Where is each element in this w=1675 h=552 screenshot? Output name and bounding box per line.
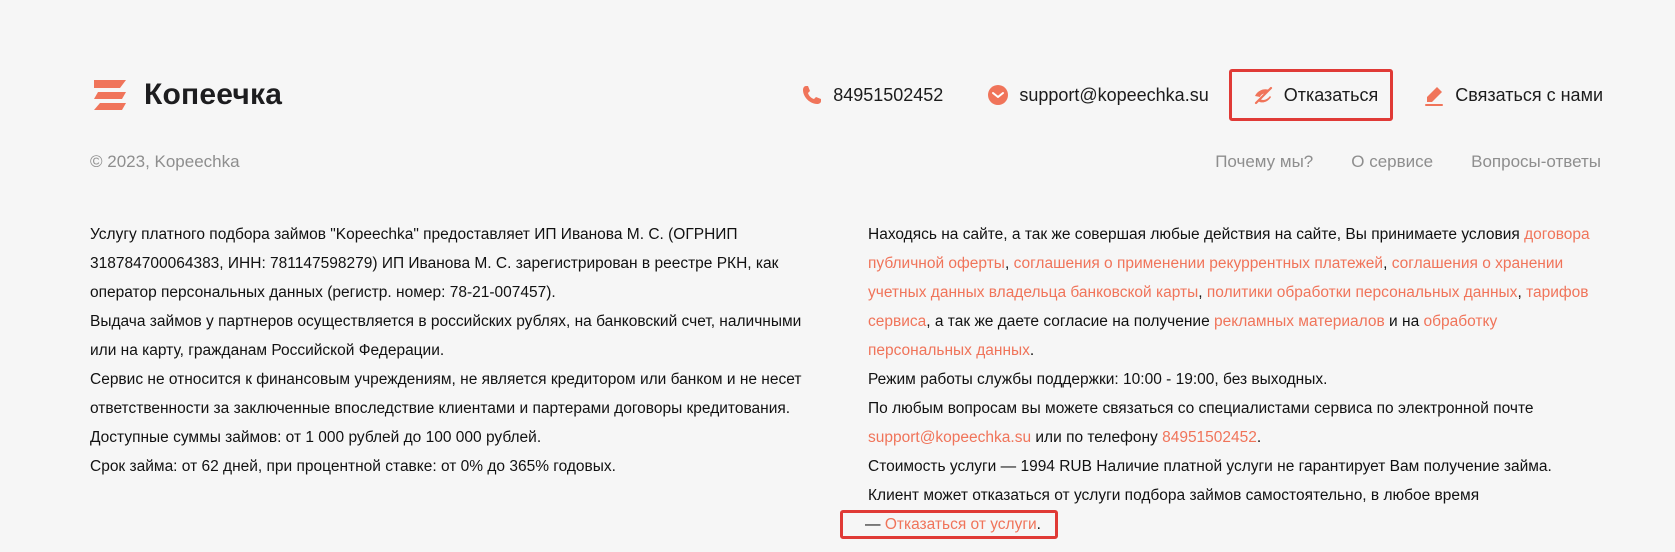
consent-text: , а так же даете согласие на получение bbox=[926, 313, 1215, 330]
support-phone-link[interactable]: 84951502452 bbox=[1162, 429, 1257, 446]
company-info-paragraph: Услугу платного подбора займов "Kopeechk… bbox=[90, 226, 779, 301]
loan-issue-paragraph: Выдача займов у партнеров осуществляется… bbox=[90, 313, 802, 359]
dash: — bbox=[865, 516, 885, 533]
disclaimer-paragraph: Сервис не относится к финансовым учрежде… bbox=[90, 371, 802, 446]
phone-label: 84951502452 bbox=[833, 84, 944, 105]
nav-faq[interactable]: Вопросы-ответы bbox=[1471, 152, 1601, 172]
terms-end: . bbox=[1029, 342, 1035, 359]
privacy-policy-link[interactable]: политики обработки персональных данных bbox=[1207, 284, 1518, 301]
terms-paragraph: Находясь на сайте, а так же совершая люб… bbox=[868, 220, 1603, 365]
brand-name: Копеечка bbox=[144, 78, 283, 111]
header-contacts: 84951502452 support@kopeechka.su Отказат… bbox=[801, 68, 1603, 122]
legal-info-right: Находясь на сайте, а так же совершая люб… bbox=[840, 220, 1603, 539]
refuse-button[interactable]: Отказаться bbox=[1228, 69, 1394, 121]
contact-text: По любым вопросам вы можете связаться со… bbox=[868, 400, 1534, 417]
contact-paragraph: По любым вопросам вы можете связаться со… bbox=[868, 394, 1603, 452]
refuse-label: Отказаться bbox=[1283, 84, 1379, 105]
ads-materials-link[interactable]: рекламных материалов bbox=[1214, 313, 1385, 330]
email-label: support@kopeechka.su bbox=[1019, 84, 1209, 105]
separator: , bbox=[1004, 255, 1014, 272]
contact-end: . bbox=[1256, 429, 1262, 446]
cancel-icon bbox=[1252, 84, 1274, 106]
phone-icon bbox=[801, 84, 823, 106]
mail-icon bbox=[987, 84, 1009, 106]
separator: , bbox=[1517, 284, 1527, 301]
support-email-link[interactable]: support@kopeechka.su bbox=[868, 429, 1031, 446]
price-end: . bbox=[1036, 516, 1041, 533]
contact-us-label: Связаться с нами bbox=[1455, 84, 1603, 105]
footer-nav: Почему мы? О сервисе Вопросы-ответы bbox=[1177, 152, 1601, 172]
loan-term-paragraph: Срок займа: от 62 дней, при процентной с… bbox=[90, 458, 616, 475]
nav-about-service[interactable]: О сервисе bbox=[1351, 152, 1433, 172]
terms-intro: Находясь на сайте, а так же совершая люб… bbox=[868, 226, 1525, 243]
separator: , bbox=[1383, 255, 1392, 272]
legal-info-left: Услугу платного подбора займов "Kopeechk… bbox=[90, 220, 830, 481]
logo[interactable]: Копеечка bbox=[90, 74, 282, 116]
nav-why-us[interactable]: Почему мы? bbox=[1215, 152, 1313, 172]
contact-us-button[interactable]: Связаться с нами bbox=[1423, 70, 1603, 120]
separator: , bbox=[1198, 284, 1207, 301]
support-hours: Режим работы службы поддержки: 10:00 - 1… bbox=[868, 371, 1328, 388]
price-text: Стоимость услуги — 1994 RUB Наличие плат… bbox=[868, 458, 1552, 504]
phone-link[interactable]: 84951502452 bbox=[801, 70, 943, 120]
and-text: и на bbox=[1384, 313, 1424, 330]
copyright: © 2023, Kopeechka bbox=[90, 152, 240, 171]
logo-mark-icon bbox=[94, 80, 126, 110]
email-link[interactable]: support@kopeechka.su bbox=[987, 70, 1209, 120]
pen-icon bbox=[1423, 84, 1445, 106]
refuse-service-highlight: — Отказаться от услуги. bbox=[840, 510, 1058, 539]
refuse-service-link[interactable]: Отказаться от услуги bbox=[885, 516, 1037, 533]
price-paragraph: Стоимость услуги — 1994 RUB Наличие плат… bbox=[840, 452, 1603, 539]
phone-text: или по телефону bbox=[1031, 429, 1163, 446]
recurrent-payments-link[interactable]: соглашения о применении рекуррентных пла… bbox=[1014, 255, 1384, 272]
